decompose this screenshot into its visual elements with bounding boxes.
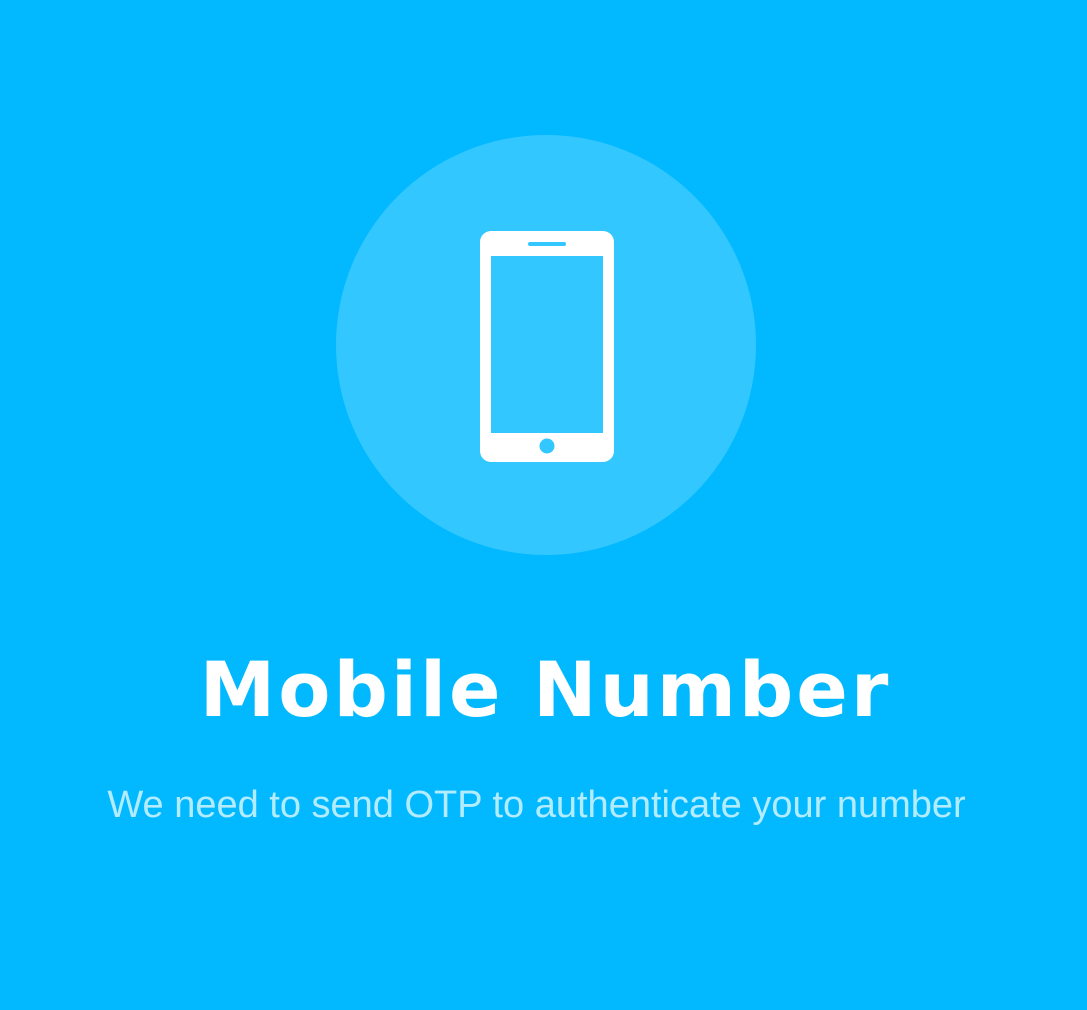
- page-description: We need to send OTP to authenticate your…: [107, 784, 966, 826]
- smartphone-icon: [480, 231, 614, 462]
- page-title: Mobile Number: [199, 645, 892, 734]
- otp-intro-screen: Mobile Number We need to send OTP to aut…: [0, 0, 1087, 1010]
